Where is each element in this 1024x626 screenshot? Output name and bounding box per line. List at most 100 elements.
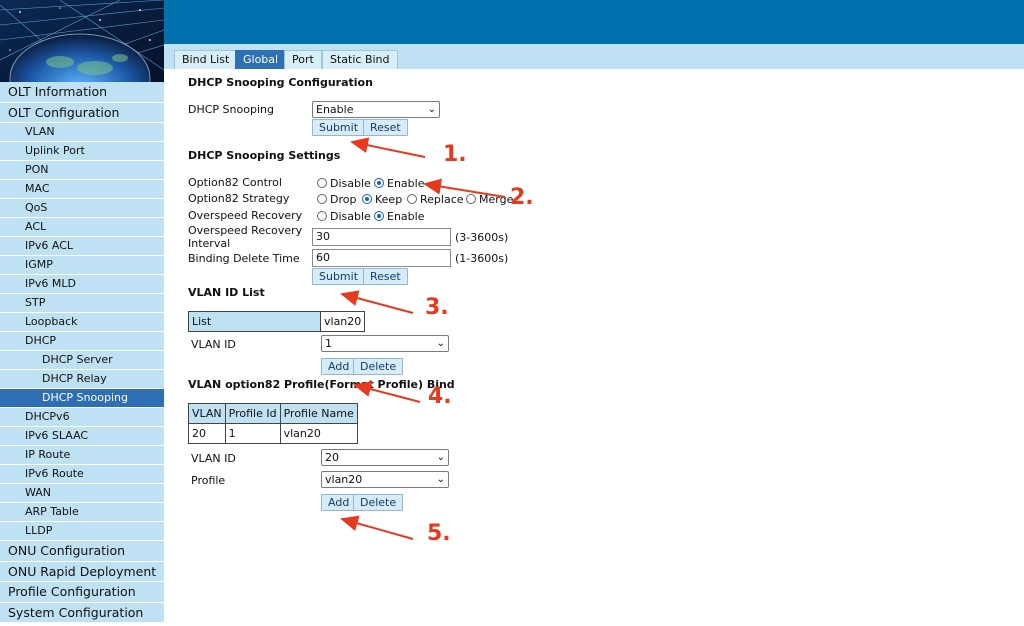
option82-strategy-drop-radio[interactable] [317, 194, 327, 204]
sidebar-item-ip-route[interactable]: IP Route [0, 446, 164, 465]
vlan-list-table: List vlan20 [188, 311, 366, 332]
sidebar-item-arp-table[interactable]: ARP Table [0, 503, 164, 522]
sidebar-item-dhcpv6[interactable]: DHCPv6 [0, 408, 164, 427]
top-banner [164, 0, 1024, 44]
chevron-down-icon: ⌄ [427, 104, 436, 115]
vlan-list-add-button[interactable]: Add [321, 358, 357, 375]
sidebar-item-profile-configuration[interactable]: Profile Configuration [0, 582, 164, 603]
sidebar-item-mac[interactable]: MAC [0, 180, 164, 199]
profile-bind-vlan-id-select[interactable]: 20 ⌄ [321, 449, 449, 466]
tab-port[interactable]: Port [284, 50, 322, 69]
section-title-config: DHCP Snooping Configuration [188, 76, 373, 89]
overspeed-interval-input[interactable]: 30 [312, 228, 451, 246]
overspeed-recovery-disable-label: Disable [330, 210, 371, 223]
sidebar-item-stp[interactable]: STP [0, 294, 164, 313]
vlan-list-vlan-id-label: VLAN ID [191, 338, 236, 351]
sidebar-item-olt-information[interactable]: OLT Information [0, 82, 164, 103]
sidebar-item-ipv6-slaac[interactable]: IPv6 SLAAC [0, 427, 164, 446]
chevron-down-icon: ⌄ [436, 452, 445, 463]
main-content: DHCP Snooping Configuration DHCP Snoopin… [164, 69, 1024, 626]
chevron-down-icon: ⌄ [436, 474, 445, 485]
profile-bind-add-button[interactable]: Add [321, 494, 357, 511]
profile-bind-profile-value: vlan20 [325, 473, 363, 486]
column-header-profile-id: Profile Id [224, 403, 281, 424]
dhcp-snooping-select[interactable]: Enable ⌄ [312, 101, 440, 118]
sidebar-item-olt-configuration[interactable]: OLT Configuration [0, 102, 164, 123]
profile-bind-vlan-id-label: VLAN ID [191, 452, 236, 465]
tab-bind-list[interactable]: Bind List [174, 50, 238, 69]
option82-strategy-drop-label: Drop [330, 193, 357, 206]
annotation-1: 1. [443, 142, 467, 167]
config-reset-button[interactable]: Reset [363, 119, 408, 136]
vlan-list-delete-button[interactable]: Delete [353, 358, 404, 375]
binding-delete-time-range: (1-3600s) [455, 252, 509, 265]
annotation-4: 4. [428, 384, 452, 409]
binding-delete-time-input[interactable]: 60 [312, 249, 451, 267]
sidebar-item-ipv6-acl[interactable]: IPv6 ACL [0, 237, 164, 256]
option82-control-enable-radio[interactable] [374, 178, 384, 188]
option82-control-disable-label: Disable [330, 177, 371, 190]
sidebar-item-vlan[interactable]: VLAN [0, 123, 164, 142]
sidebar-item-igmp[interactable]: IGMP [0, 256, 164, 275]
sidebar-item-onu-configuration[interactable]: ONU Configuration [0, 541, 164, 562]
binding-delete-time-label: Binding Delete Time [188, 252, 300, 265]
sidebar-item-loopback[interactable]: Loopback [0, 313, 164, 332]
vlan-list-vlan-id-select[interactable]: 1 ⌄ [321, 335, 449, 352]
option82-strategy-keep-radio[interactable] [362, 194, 372, 204]
sidebar-item-system-configuration[interactable]: System Configuration [0, 602, 164, 623]
sidebar-item-acl[interactable]: ACL [0, 218, 164, 237]
cell-vlan: 20 [188, 423, 226, 444]
settings-reset-button[interactable]: Reset [363, 268, 408, 285]
vlan-list-vlan-id-value: 1 [325, 337, 332, 350]
tab-static-bind[interactable]: Static Bind [322, 50, 398, 69]
sidebar-item-ipv6-route[interactable]: IPv6 Route [0, 465, 164, 484]
dhcp-snooping-value: Enable [316, 103, 354, 116]
profile-bind-delete-button[interactable]: Delete [353, 494, 404, 511]
section-title-vlan-list: VLAN ID List [188, 286, 265, 299]
sidebar-item-pon[interactable]: PON [0, 161, 164, 180]
option82-control-disable-radio[interactable] [317, 178, 327, 188]
overspeed-interval-range: (3-3600s) [455, 231, 509, 244]
profile-bind-profile-select[interactable]: vlan20 ⌄ [321, 471, 449, 488]
sidebar-item-onu-rapid-deployment[interactable]: ONU Rapid Deployment [0, 561, 164, 582]
sidebar-item-wan[interactable]: WAN [0, 484, 164, 503]
option82-control-label: Option82 Control [188, 176, 282, 189]
option82-strategy-merge-label: Merge [479, 193, 514, 206]
option82-strategy-keep-label: Keep [375, 193, 403, 206]
profile-bind-header-row: VLAN Profile Id Profile Name [188, 403, 358, 424]
annotation-2: 2. [510, 185, 534, 210]
tab-bar: Bind List Global Port Static Bind [164, 44, 1024, 69]
sidebar-menu: OLT Information OLT Configuration VLAN Upli… [0, 82, 164, 623]
chevron-down-icon: ⌄ [436, 338, 445, 349]
settings-submit-button[interactable]: Submit [312, 268, 366, 285]
sidebar-item-uplink-port[interactable]: Uplink Port [0, 142, 164, 161]
option82-strategy-replace-label: Replace [420, 193, 464, 206]
sidebar-item-dhcp[interactable]: DHCP [0, 332, 164, 351]
option82-strategy-replace-radio[interactable] [407, 194, 417, 204]
sidebar-item-qos[interactable]: QoS [0, 199, 164, 218]
option82-strategy-merge-radio[interactable] [466, 194, 476, 204]
table-row: 20 1 vlan20 [188, 423, 358, 444]
profile-bind-table: VLAN Profile Id Profile Name 20 1 vlan20 [188, 403, 358, 444]
overspeed-interval-label-line2: Interval [188, 237, 231, 250]
sidebar: OLT Information OLT Configuration VLAN Upli… [0, 0, 164, 626]
vlan-list-value: vlan20 [319, 311, 366, 332]
overspeed-recovery-enable-label: Enable [387, 210, 425, 223]
overspeed-recovery-disable-radio[interactable] [317, 211, 327, 221]
column-header-profile-name: Profile Name [279, 403, 358, 424]
overspeed-recovery-label: Overspeed Recovery [188, 209, 303, 222]
profile-bind-profile-label: Profile [191, 474, 226, 487]
config-submit-button[interactable]: Submit [312, 119, 366, 136]
overspeed-recovery-enable-radio[interactable] [374, 211, 384, 221]
sidebar-item-dhcp-server[interactable]: DHCP Server [0, 351, 164, 370]
section-title-profile-bind: VLAN option82 Profile(Format Profile) Bi… [188, 378, 455, 391]
tab-global[interactable]: Global [235, 50, 287, 69]
vlan-list-header: List [188, 311, 321, 332]
sidebar-item-lldp[interactable]: LLDP [0, 522, 164, 541]
section-title-settings: DHCP Snooping Settings [188, 149, 341, 162]
sidebar-item-ipv6-mld[interactable]: IPv6 MLD [0, 275, 164, 294]
cell-profile-id: 1 [224, 423, 281, 444]
sidebar-item-dhcp-snooping[interactable]: DHCP Snooping [0, 389, 164, 408]
overspeed-interval-label-line1: Overspeed Recovery [188, 224, 303, 237]
sidebar-item-dhcp-relay[interactable]: DHCP Relay [0, 370, 164, 389]
